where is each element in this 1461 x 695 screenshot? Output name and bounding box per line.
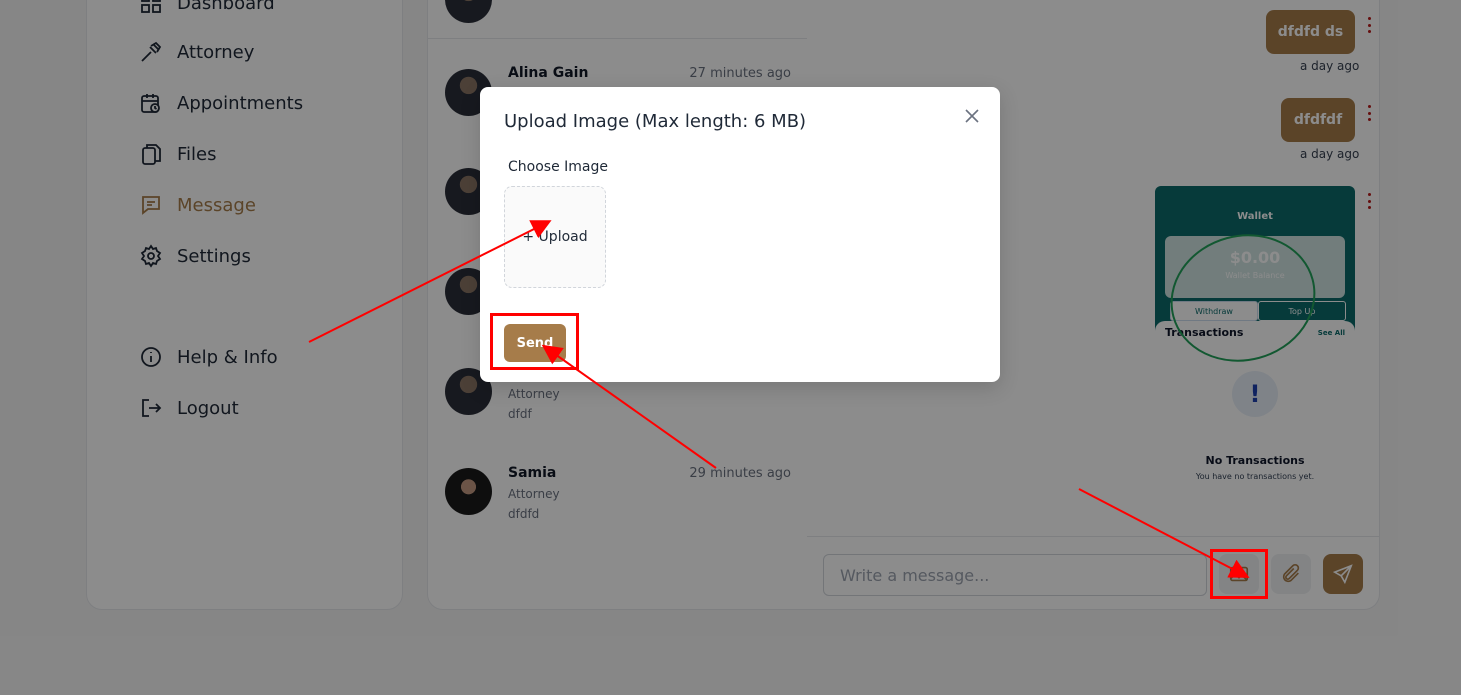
highlight-box	[490, 313, 579, 370]
upload-label: + Upload	[522, 229, 588, 245]
modal-title: Upload Image (Max length: 6 MB)	[504, 111, 807, 132]
choose-image-label: Choose Image	[508, 159, 608, 175]
close-icon[interactable]	[963, 107, 981, 125]
highlight-box	[1210, 549, 1268, 599]
upload-dropzone[interactable]: + Upload	[504, 186, 606, 288]
